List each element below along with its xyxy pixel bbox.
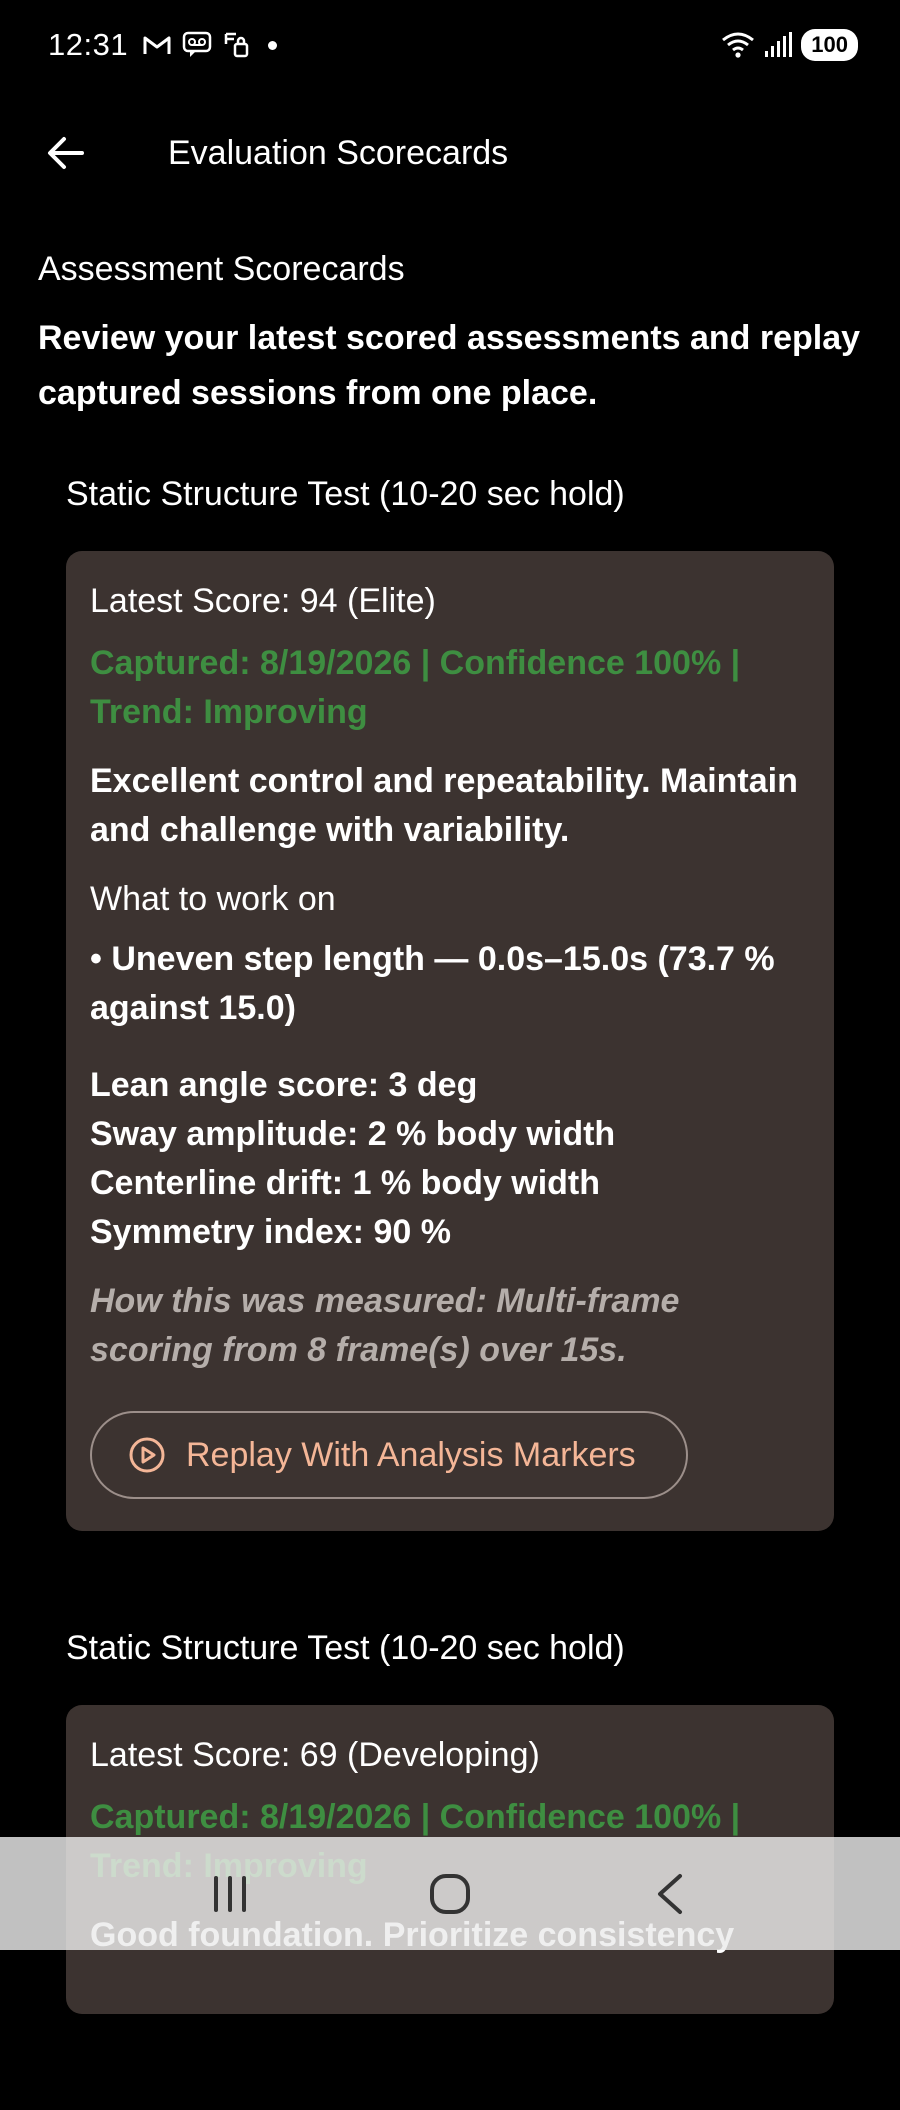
test-title: Static Structure Test (10-20 sec hold) (66, 1629, 625, 1667)
work-on-item: • Uneven step length — 0.0s–15.0s (73.7 … (90, 940, 775, 1027)
recent-apps-button[interactable] (185, 1849, 275, 1939)
latest-score: Latest Score: 69 (Developing) (90, 1736, 540, 1774)
nav-back-button[interactable] (625, 1849, 715, 1939)
metrics-list: Lean angle score: 3 deg Sway amplitude: … (90, 1061, 810, 1257)
replay-button[interactable]: Replay With Analysis Markers (90, 1411, 688, 1499)
score-summary: Excellent control and repeatability. Mai… (90, 762, 798, 849)
recent-apps-icon (214, 1875, 246, 1912)
system-nav-bar (0, 1837, 900, 1950)
metric-lean-angle: Lean angle score: 3 deg (90, 1066, 478, 1104)
scorecard-entry: Static Structure Test (10-20 sec hold) L… (66, 473, 834, 1531)
gmail-icon (143, 36, 171, 54)
scorecard-entry: Static Structure Test (10-20 sec hold) L… (66, 1627, 834, 2014)
measurement-note: How this was measured: Multi-frame scori… (90, 1282, 680, 1369)
app-bar: Evaluation Scorecards (0, 110, 900, 196)
status-notification-icons (142, 30, 278, 60)
wifi-icon (722, 32, 755, 58)
replay-button-label: Replay With Analysis Markers (186, 1435, 636, 1474)
metric-sway-amplitude: Sway amplitude: 2 % body width (90, 1115, 616, 1153)
section-intro: Review your latest scored assessments an… (38, 319, 861, 412)
metric-symmetry-index: Symmetry index: 90 % (90, 1213, 451, 1251)
dot-icon (268, 40, 278, 50)
work-on-heading: What to work on (90, 880, 336, 918)
page-title: Evaluation Scorecards (168, 133, 509, 172)
home-button[interactable] (405, 1849, 495, 1939)
arrow-left-icon (48, 137, 84, 169)
status-time: 12:31 (48, 27, 129, 62)
scorecard-card: Latest Score: 94 (Elite) Captured: 8/19/… (66, 551, 834, 1531)
battery-icon: 100 (801, 29, 858, 61)
main-content[interactable]: Assessment Scorecards Review your latest… (38, 250, 862, 2110)
back-button[interactable] (36, 123, 96, 183)
back-icon (658, 1873, 682, 1914)
test-title: Static Structure Test (10-20 sec hold) (66, 475, 625, 513)
home-icon (430, 1873, 470, 1914)
signal-icon (765, 32, 793, 57)
status-system-icons: 100 (721, 29, 858, 61)
status-bar: 12:31 100 (0, 0, 900, 90)
captured-info: Captured: 8/19/2026 | Confidence 100% | … (90, 644, 741, 731)
lock-icon (224, 32, 249, 58)
latest-score: Latest Score: 94 (Elite) (90, 582, 436, 620)
voicemail-icon (182, 31, 212, 57)
section-heading: Assessment Scorecards (38, 250, 405, 288)
metric-centerline-drift: Centerline drift: 1 % body width (90, 1164, 601, 1202)
play-circle-icon (128, 1436, 166, 1474)
